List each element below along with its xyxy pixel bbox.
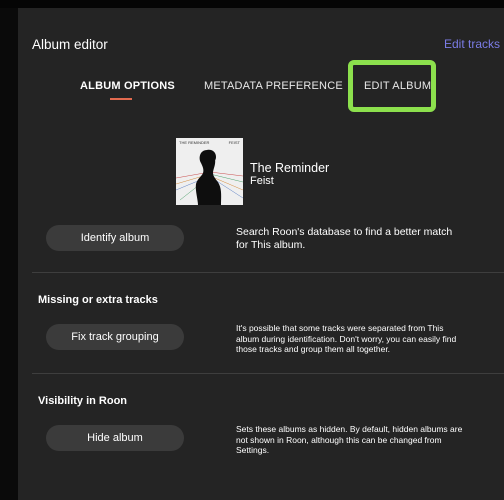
- tab-album-options[interactable]: ALBUM OPTIONS: [80, 80, 175, 92]
- edit-tracks-link[interactable]: Edit tracks: [444, 37, 500, 51]
- album-title: The Reminder: [250, 161, 330, 175]
- fix-track-grouping-button[interactable]: Fix track grouping: [46, 324, 184, 350]
- top-strip: [0, 0, 504, 8]
- identify-album-button[interactable]: Identify album: [46, 225, 184, 251]
- album-editor-panel: Album editor Edit tracks ALBUM OPTIONS M…: [18, 8, 504, 500]
- tab-metadata-preference[interactable]: METADATA PREFERENCE: [204, 80, 343, 92]
- page-title: Album editor: [32, 37, 108, 52]
- hide-album-description: Sets these albums as hidden. By default,…: [236, 424, 463, 455]
- tab-edit-album[interactable]: EDIT ALBUM: [364, 80, 431, 92]
- fix-track-grouping-description: It's possible that some tracks were sepa…: [236, 323, 457, 354]
- cover-artwork: [176, 149, 243, 205]
- section-divider: [32, 272, 504, 273]
- album-artist: Feist: [250, 175, 274, 187]
- identify-album-description: Search Roon's database to find a better …: [236, 226, 453, 251]
- active-tab-indicator: [110, 98, 132, 100]
- hide-album-button[interactable]: Hide album: [46, 425, 184, 451]
- visibility-section-title: Visibility in Roon: [38, 395, 128, 407]
- missing-tracks-section-title: Missing or extra tracks: [38, 294, 158, 306]
- album-cover: THE REMINDER FEIST: [176, 138, 243, 205]
- section-divider: [32, 373, 504, 374]
